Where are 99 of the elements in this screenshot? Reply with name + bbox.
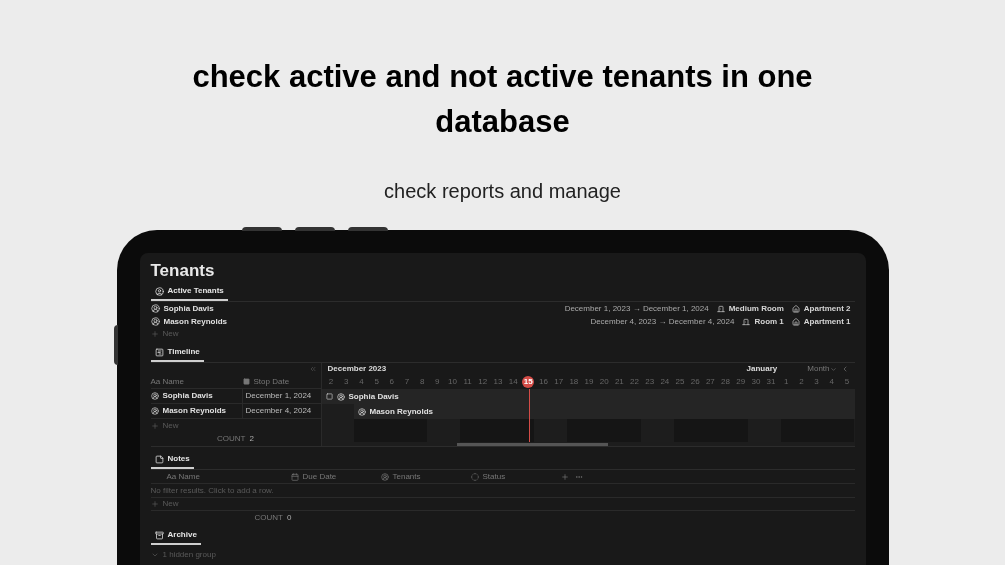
day-label: 26: [690, 376, 700, 388]
day-label: 13: [493, 376, 503, 388]
tenant-name[interactable]: Sophia Davis: [162, 390, 213, 402]
chevron-down-icon: [150, 551, 159, 559]
day-label: 12: [478, 376, 488, 388]
count-value: 0: [286, 512, 292, 524]
status-icon: [470, 472, 479, 481]
column-header: Status: [470, 470, 506, 483]
day-label: 20: [599, 376, 609, 388]
day-label: 18: [569, 376, 579, 388]
table-cell-text: December 4, 2024: [244, 405, 312, 417]
headline: check active and not active tenants in one database: [191, 58, 814, 141]
count-label: COUNT: [254, 512, 283, 524]
day-label: 22: [630, 376, 639, 388]
plus-icon: [150, 421, 159, 430]
day-label: 3: [344, 376, 349, 388]
day-label: 25: [675, 376, 685, 388]
person-icon: [150, 392, 159, 400]
checkbox-icon: [325, 393, 333, 400]
add-column-icon[interactable]: [560, 472, 569, 481]
column-header: Stop Date: [253, 375, 290, 388]
column-header: Due Date: [290, 470, 337, 483]
timeline-bar[interactable]: Sophia Davis: [321, 389, 855, 404]
tenant-name[interactable]: Mason Reynolds: [163, 315, 228, 328]
door-icon: [742, 317, 751, 326]
day-label: 7: [404, 376, 410, 388]
month-label: December 2023: [327, 363, 387, 375]
day-label: 10: [448, 376, 457, 388]
column-header: Aa Name: [166, 470, 200, 483]
day-label: 2: [328, 376, 334, 388]
chevron-down-icon: [829, 365, 837, 373]
column-header: Aa Name: [150, 375, 185, 388]
column-type-icon: [242, 378, 250, 385]
day-label: 27: [705, 376, 715, 388]
count-label: COUNT: [217, 432, 246, 445]
person-icon: [150, 304, 160, 313]
day-label: 1: [784, 376, 789, 388]
room-name: Room 1: [754, 315, 784, 328]
day-label: 23: [645, 376, 655, 388]
tenant-name[interactable]: Mason Reynolds: [162, 405, 227, 417]
house-icon: [791, 317, 800, 326]
date-range: December 4, 2023 → December 4, 2024: [590, 315, 735, 328]
subheadline: check reports and manage: [384, 179, 621, 204]
day-label: 16: [539, 376, 548, 388]
day-label: 17: [554, 376, 564, 388]
person-icon: [154, 286, 164, 296]
collapse-icon[interactable]: [308, 365, 317, 373]
month-label: January: [746, 363, 778, 375]
room-name: Medium Room: [728, 302, 784, 315]
day-label: 15: [522, 376, 535, 388]
timeline-icon: [154, 347, 164, 357]
view-tab[interactable]: Timeline: [150, 346, 204, 362]
note-icon: [154, 454, 164, 464]
bar-label: Mason Reynolds: [369, 405, 434, 418]
timeline-bar[interactable]: Mason Reynolds: [353, 404, 855, 419]
archive-icon: [154, 530, 164, 540]
house-icon: [791, 304, 800, 313]
bar-label: Sophia Davis: [348, 390, 399, 403]
day-label: 4: [829, 376, 834, 388]
person-icon: [380, 472, 389, 481]
day-label: 2: [799, 376, 804, 388]
person-icon: [150, 407, 159, 415]
day-label: 4: [359, 376, 364, 388]
day-label: 21: [614, 376, 624, 388]
view-tab[interactable]: Active Tenants: [150, 285, 228, 301]
day-label: 14: [508, 376, 518, 388]
calendar-icon: [290, 472, 299, 481]
day-label: 11: [463, 376, 472, 388]
person-icon: [336, 392, 345, 401]
day-label: 24: [660, 376, 670, 388]
plus-icon: [150, 330, 159, 338]
count-value: 2: [249, 432, 254, 445]
table-cell-text: December 1, 2024: [244, 390, 312, 402]
plus-icon: [150, 500, 159, 508]
day-label: 19: [584, 376, 594, 388]
day-label: 6: [389, 376, 394, 388]
person-icon: [150, 317, 160, 326]
view-tab[interactable]: Archive: [150, 529, 201, 545]
apartment-name: Apartment 2: [803, 302, 851, 315]
day-label: 30: [751, 376, 761, 388]
day-label: 3: [814, 376, 819, 388]
day-label: 29: [736, 376, 746, 388]
page-title: Tenants: [150, 261, 216, 281]
day-label: 5: [844, 376, 850, 388]
today-line: [528, 389, 530, 442]
apartment-name: Apartment 1: [803, 315, 851, 328]
view-select[interactable]: Month: [807, 363, 837, 375]
tenant-name[interactable]: Sophia Davis: [163, 302, 214, 315]
day-label: 28: [721, 376, 730, 388]
person-icon: [357, 407, 366, 416]
date-range: December 1, 2023 → December 1, 2024: [564, 302, 709, 315]
column-header: Tenants: [380, 470, 421, 483]
day-label: 31: [766, 376, 776, 388]
day-label: 5: [374, 376, 379, 388]
day-label: 9: [435, 376, 440, 388]
scrollbar[interactable]: [456, 443, 608, 446]
view-tab[interactable]: Notes: [150, 453, 194, 469]
door-icon: [716, 304, 725, 313]
day-label: 8: [419, 376, 425, 388]
